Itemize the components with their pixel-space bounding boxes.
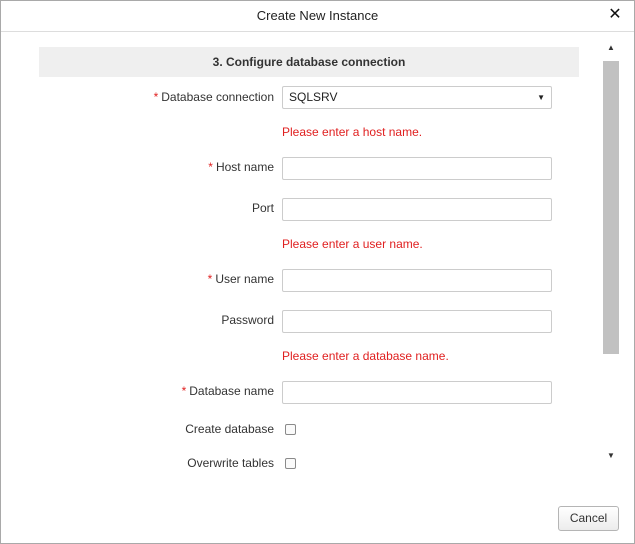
overwrite-tables-checkbox[interactable]	[285, 458, 296, 469]
dialog-title: Create New Instance	[256, 8, 379, 23]
database-connection-label: * Database connection	[154, 89, 274, 105]
password-input[interactable]	[282, 310, 552, 333]
user-name-label: * User name	[208, 271, 274, 287]
database-name-input[interactable]	[282, 381, 552, 404]
create-instance-dialog: Create New Instance ✕ 3. Configure datab…	[0, 0, 635, 544]
required-mark: *	[181, 384, 187, 398]
scroll-thumb[interactable]	[603, 61, 619, 354]
host-name-error: Please enter a host name.	[282, 125, 423, 139]
user-name-input[interactable]	[282, 269, 552, 292]
port-input[interactable]	[282, 198, 552, 221]
create-database-checkbox[interactable]	[285, 424, 296, 435]
form-scroll-area[interactable]: 3. Configure database connection * Databa…	[2, 32, 620, 478]
database-connection-label-text: Database connection	[161, 90, 274, 104]
required-mark: *	[153, 90, 159, 104]
database-name-label-text: Database name	[189, 384, 274, 398]
close-icon[interactable]: ✕	[604, 4, 626, 26]
user-name-label-text: User name	[215, 272, 274, 286]
required-mark: *	[208, 160, 213, 174]
user-name-error: Please enter a user name.	[282, 237, 423, 251]
scroll-down-icon[interactable]: ▼	[601, 447, 621, 465]
create-database-label: Create database	[185, 422, 274, 436]
cancel-button[interactable]: Cancel	[558, 506, 619, 531]
password-label: Password	[221, 313, 274, 327]
database-connection-select[interactable]: SQLSRV ▼	[282, 86, 552, 109]
overwrite-tables-label: Overwrite tables	[187, 456, 274, 470]
host-name-label-text: Host name	[215, 160, 274, 174]
host-name-input[interactable]	[282, 157, 552, 180]
database-name-label: * Database name	[182, 383, 274, 399]
dialog-titlebar: Create New Instance ✕	[1, 1, 634, 32]
host-name-label: * Host name	[208, 159, 274, 175]
section-header: 3. Configure database connection	[39, 47, 579, 77]
vertical-scrollbar[interactable]: ▲ ▼	[601, 39, 621, 465]
chevron-down-icon: ▼	[537, 93, 545, 102]
database-connection-value: SQLSRV	[289, 90, 338, 104]
port-label: Port	[251, 201, 274, 215]
required-mark: *	[207, 272, 213, 286]
scroll-up-icon[interactable]: ▲	[601, 39, 621, 57]
database-name-error: Please enter a database name.	[282, 349, 449, 363]
